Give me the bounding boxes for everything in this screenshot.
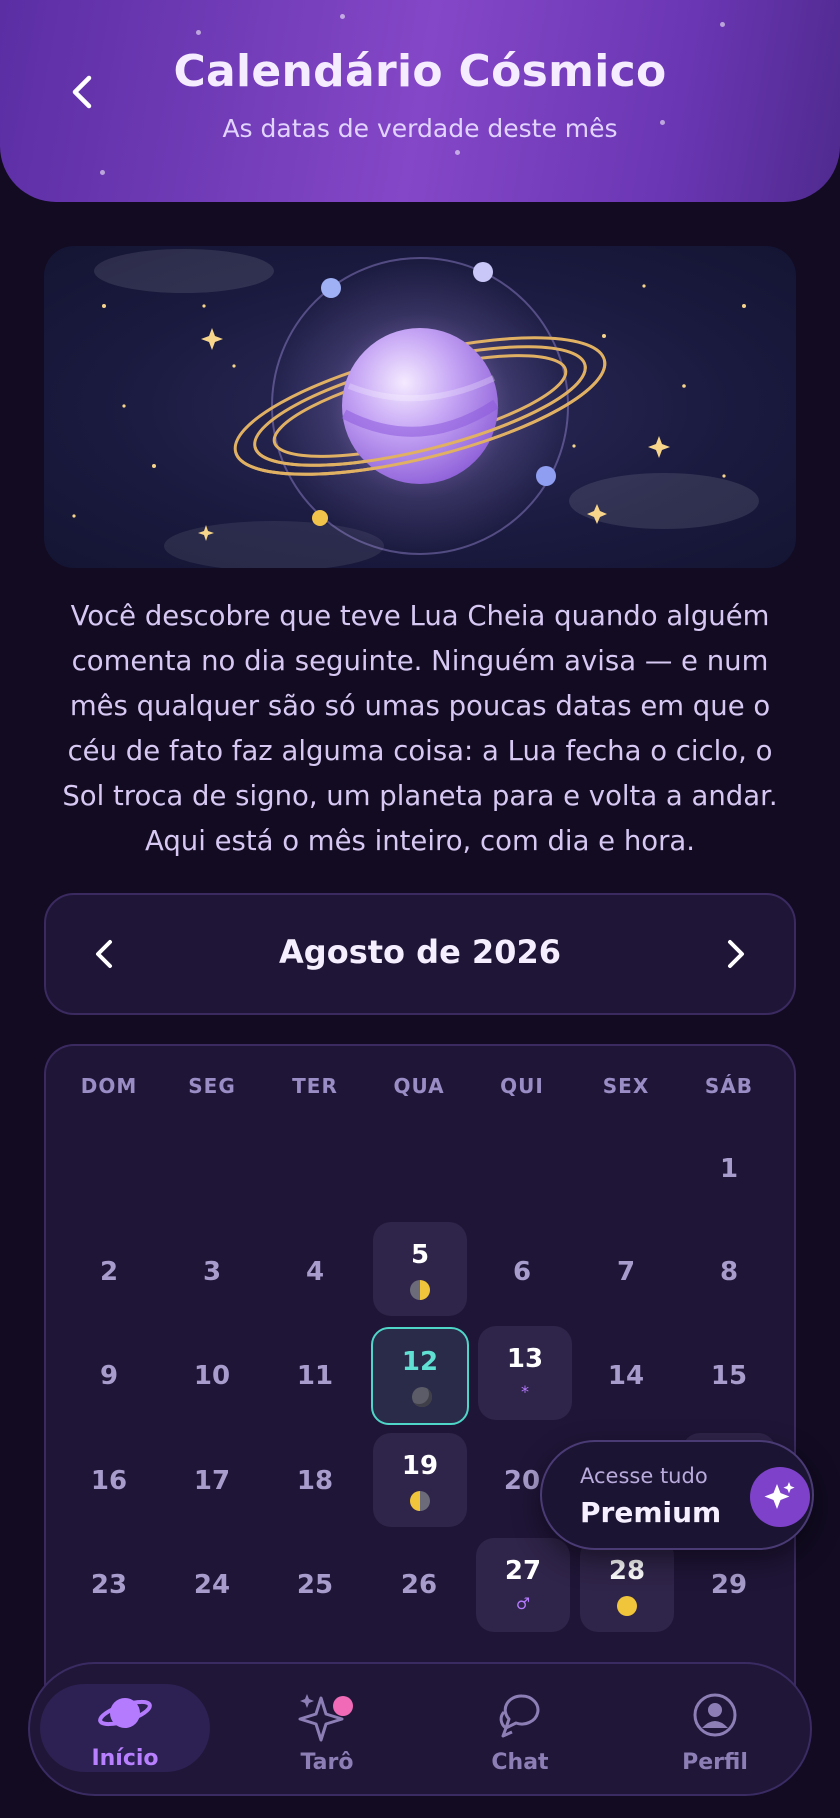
month-label: Agosto de 2026 (279, 933, 561, 971)
header: Calendário Cósmico As datas de verdade d… (0, 0, 840, 202)
weekday-label: TER (292, 1074, 338, 1098)
profile-icon (693, 1693, 737, 1737)
calendar-day[interactable]: 1 (679, 1154, 779, 1184)
calendar-event-day[interactable]: 13 * (478, 1326, 572, 1420)
notification-badge (333, 1696, 353, 1716)
premium-small-label: Acesse tudo (580, 1464, 708, 1488)
nav-item-taro[interactable]: Tarô (242, 1678, 412, 1782)
calendar-day[interactable]: 10 (162, 1361, 262, 1391)
calendar-day[interactable]: 3 (162, 1257, 262, 1287)
intro-text: Você descobre que teve Lua Cheia quando … (62, 600, 778, 857)
calendar-day-number: 19 (401, 1451, 439, 1481)
calendar-day[interactable]: 26 (369, 1570, 469, 1600)
weekday-label: QUI (500, 1074, 544, 1098)
premium-label: Premium (580, 1496, 722, 1529)
calendar-day[interactable]: 2 (59, 1257, 159, 1287)
calendar-day[interactable]: 11 (265, 1361, 365, 1391)
calendar-day[interactable]: 8 (679, 1257, 779, 1287)
calendar-event-day[interactable]: 5 (373, 1222, 467, 1316)
calendar-day[interactable]: 14 (576, 1361, 676, 1391)
new-moon-icon (412, 1387, 432, 1407)
planet-icon (98, 1698, 152, 1728)
calendar-day[interactable]: 4 (265, 1257, 365, 1287)
calendar-event-day[interactable]: 28 (580, 1538, 674, 1632)
calendar-day-number: 28 (608, 1556, 646, 1586)
last-quarter-moon-icon (410, 1280, 430, 1300)
calendar-day-number: 5 (410, 1240, 430, 1270)
calendar-day[interactable]: 18 (265, 1466, 365, 1496)
weekday-label: SEX (602, 1074, 650, 1098)
nav-item-inicio[interactable]: Início (40, 1684, 210, 1772)
nav-label: Tarô (300, 1750, 354, 1775)
weekday-label: DOM (80, 1074, 138, 1098)
calendar-day[interactable]: 29 (679, 1570, 779, 1600)
calendar-day[interactable]: 7 (576, 1257, 676, 1287)
ingress-marker: * (521, 1382, 529, 1401)
weekday-label: QUA (393, 1074, 445, 1098)
calendar-today-cell[interactable]: 12 (371, 1327, 469, 1425)
nav-item-perfil[interactable]: Perfil (630, 1678, 800, 1782)
calendar-day-number: 27 (504, 1556, 542, 1586)
nav-label: Chat (491, 1750, 549, 1775)
full-moon-icon (617, 1596, 637, 1616)
nav-label: Início (91, 1746, 159, 1771)
page-title: Calendário Cósmico (173, 46, 667, 97)
sparkle-icon (298, 1694, 353, 1742)
calendar-event-day[interactable]: 19 (373, 1433, 467, 1527)
first-quarter-moon-icon (410, 1491, 430, 1511)
chevron-right-icon (728, 940, 744, 968)
calendar-day[interactable]: 16 (59, 1466, 159, 1496)
premium-button[interactable]: Acesse tudo Premium (540, 1440, 814, 1550)
next-month-button[interactable] (708, 926, 764, 982)
calendar-day[interactable]: 9 (59, 1361, 159, 1391)
calendar-day[interactable]: 25 (265, 1570, 365, 1600)
weekday-label: SÁB (704, 1074, 754, 1098)
calendar-day-number: 13 (506, 1344, 544, 1374)
chat-bubbles-icon (499, 1694, 540, 1738)
sparkles-icon (750, 1467, 810, 1527)
bottom-nav: Início Tarô Chat Perfil (28, 1662, 812, 1796)
calendar-day[interactable]: 6 (472, 1257, 572, 1287)
page-subtitle: As datas de verdade deste mês (222, 114, 618, 143)
month-navigator: Agosto de 2026 (44, 893, 796, 1015)
calendar-event-day[interactable]: 27 ♂ (476, 1538, 570, 1632)
mars-icon: ♂ (515, 1594, 531, 1613)
ringed-planet-illustration (44, 246, 796, 568)
nav-label: Perfil (682, 1750, 748, 1775)
nav-item-chat[interactable]: Chat (435, 1678, 605, 1782)
weekday-label: SEG (188, 1074, 236, 1098)
calendar-day-number: 12 (401, 1347, 439, 1377)
calendar-day[interactable]: 24 (162, 1570, 262, 1600)
calendar-day[interactable]: 23 (59, 1570, 159, 1600)
calendar-day[interactable]: 17 (162, 1466, 262, 1496)
calendar-day[interactable]: 15 (679, 1361, 779, 1391)
